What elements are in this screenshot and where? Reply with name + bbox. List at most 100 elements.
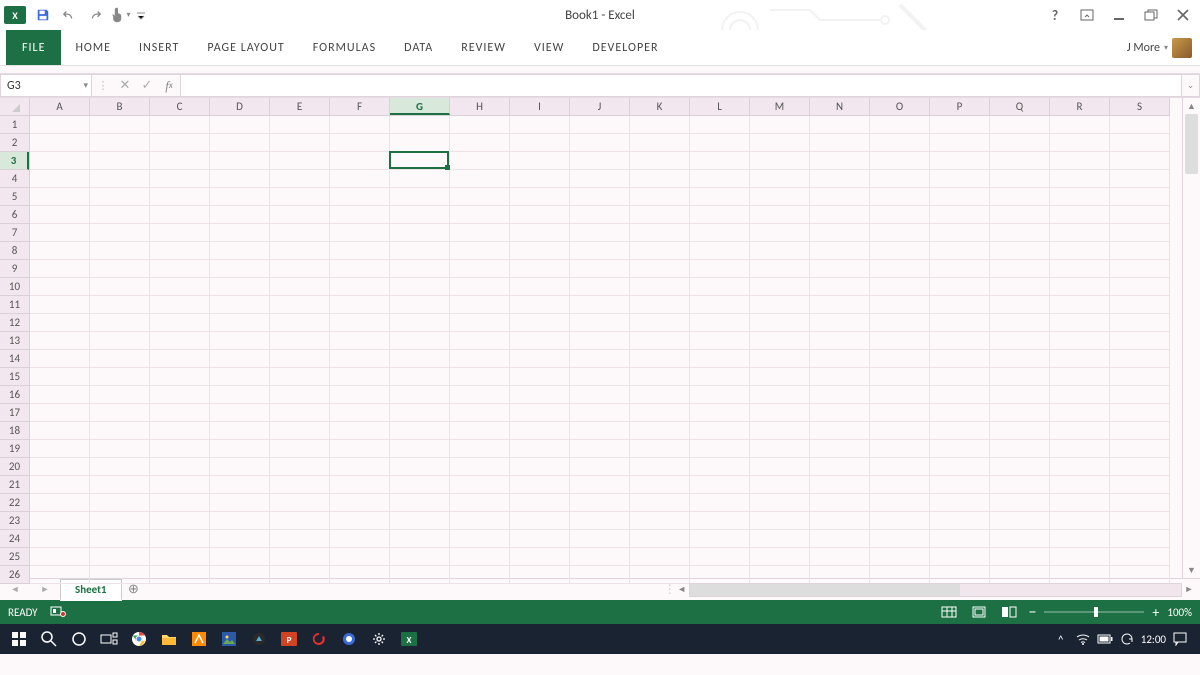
cell[interactable] [930, 530, 990, 548]
cell[interactable] [930, 494, 990, 512]
cell[interactable] [570, 368, 630, 386]
cell[interactable] [990, 494, 1050, 512]
cell[interactable] [90, 152, 150, 170]
cell[interactable] [30, 530, 90, 548]
cell[interactable] [210, 206, 270, 224]
cell[interactable] [630, 188, 690, 206]
cell[interactable] [450, 134, 510, 152]
cell[interactable] [690, 278, 750, 296]
cell[interactable] [390, 494, 450, 512]
cell[interactable] [630, 350, 690, 368]
cell[interactable] [90, 350, 150, 368]
search-icon[interactable] [34, 624, 64, 654]
cell[interactable] [90, 440, 150, 458]
cell[interactable] [750, 548, 810, 566]
cell[interactable] [810, 314, 870, 332]
cell[interactable] [750, 386, 810, 404]
cell[interactable] [150, 422, 210, 440]
cell[interactable] [510, 314, 570, 332]
cell[interactable] [330, 134, 390, 152]
cell[interactable] [690, 350, 750, 368]
cell[interactable] [870, 188, 930, 206]
cell[interactable] [90, 386, 150, 404]
column-header[interactable]: R [1050, 98, 1110, 115]
cell[interactable] [630, 566, 690, 584]
cell[interactable] [690, 512, 750, 530]
cell[interactable] [690, 296, 750, 314]
cell[interactable] [930, 224, 990, 242]
cell[interactable] [90, 134, 150, 152]
start-menu-icon[interactable] [4, 624, 34, 654]
cell[interactable] [750, 404, 810, 422]
cell[interactable] [330, 260, 390, 278]
cell[interactable] [450, 296, 510, 314]
cell[interactable] [90, 512, 150, 530]
cell[interactable] [810, 548, 870, 566]
cell[interactable] [750, 296, 810, 314]
cell[interactable] [1050, 512, 1110, 530]
settings-gear-icon[interactable] [364, 624, 394, 654]
cell[interactable] [210, 224, 270, 242]
cell[interactable] [330, 152, 390, 170]
vertical-scroll-thumb[interactable] [1185, 114, 1198, 174]
cell[interactable] [570, 440, 630, 458]
cell[interactable] [450, 224, 510, 242]
tab-data[interactable]: DATA [390, 30, 447, 65]
cell[interactable] [810, 440, 870, 458]
cell[interactable] [450, 152, 510, 170]
cell[interactable] [330, 386, 390, 404]
cell[interactable] [810, 296, 870, 314]
cell[interactable] [810, 224, 870, 242]
cell[interactable] [390, 512, 450, 530]
chrome-icon[interactable] [124, 624, 154, 654]
cell[interactable] [630, 440, 690, 458]
cell[interactable] [210, 566, 270, 584]
cell[interactable] [90, 278, 150, 296]
cell[interactable] [450, 188, 510, 206]
cell[interactable] [810, 278, 870, 296]
macro-record-icon[interactable] [50, 605, 66, 620]
cell[interactable] [570, 188, 630, 206]
cell[interactable] [570, 386, 630, 404]
cell[interactable] [390, 206, 450, 224]
cell[interactable] [270, 332, 330, 350]
cell[interactable] [1050, 170, 1110, 188]
cell[interactable] [630, 386, 690, 404]
cell[interactable] [30, 152, 90, 170]
cell[interactable] [930, 422, 990, 440]
cell[interactable] [30, 386, 90, 404]
cell[interactable] [690, 548, 750, 566]
row-header[interactable]: 2 [0, 134, 29, 152]
cell[interactable] [690, 116, 750, 134]
row-header[interactable]: 6 [0, 206, 29, 224]
cell[interactable] [630, 476, 690, 494]
cell[interactable] [750, 314, 810, 332]
minimize-icon[interactable] [1104, 4, 1134, 26]
cell[interactable] [990, 332, 1050, 350]
cell[interactable] [690, 314, 750, 332]
tab-home[interactable]: HOME [61, 30, 125, 65]
cell[interactable] [270, 152, 330, 170]
cell[interactable] [270, 512, 330, 530]
cell[interactable] [690, 458, 750, 476]
cell[interactable] [90, 548, 150, 566]
cell[interactable] [990, 278, 1050, 296]
cell[interactable] [390, 224, 450, 242]
cell[interactable] [630, 548, 690, 566]
row-header[interactable]: 21 [0, 476, 29, 494]
cell[interactable] [870, 170, 930, 188]
cell[interactable] [30, 458, 90, 476]
cell[interactable] [210, 332, 270, 350]
cell[interactable] [1050, 116, 1110, 134]
cell[interactable] [390, 566, 450, 584]
cell[interactable] [270, 386, 330, 404]
column-header[interactable]: J [570, 98, 630, 115]
excel-taskbar-icon[interactable]: X [394, 624, 424, 654]
cell[interactable] [930, 386, 990, 404]
cell[interactable] [210, 386, 270, 404]
cell[interactable] [450, 494, 510, 512]
cell[interactable] [1050, 494, 1110, 512]
cell[interactable] [90, 404, 150, 422]
cell[interactable] [930, 152, 990, 170]
cell[interactable] [1110, 386, 1170, 404]
